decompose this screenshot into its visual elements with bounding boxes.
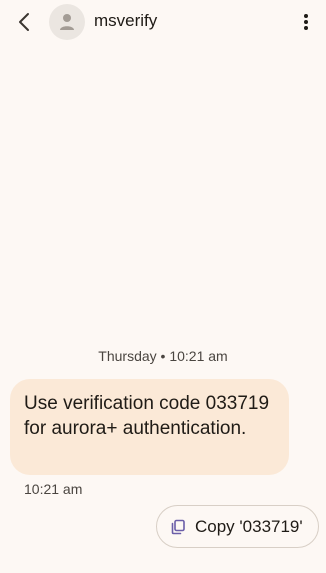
copy-button-label: Copy '033719' [195,516,303,536]
messages-app: msverify Thursday • 10:21 am Use verific… [0,0,326,573]
conversation-header: msverify [0,0,326,44]
contact-name[interactable]: msverify [94,11,157,31]
person-icon [60,14,74,30]
arrow-back-icon [19,13,29,31]
copy-code-button[interactable]: Copy '033719' [156,505,319,548]
copy-icon [169,518,187,536]
date-divider: Thursday • 10:21 am [98,348,228,364]
message-timestamp: 10:21 am [24,481,83,497]
avatar[interactable] [49,4,85,40]
back-button[interactable] [10,8,38,36]
more-vert-icon [304,14,308,30]
more-options-button[interactable] [294,8,318,36]
message-text: Use verification code 033719 for aurora+… [24,393,270,439]
message-bubble[interactable]: Use verification code 033719 for aurora+… [10,379,289,475]
